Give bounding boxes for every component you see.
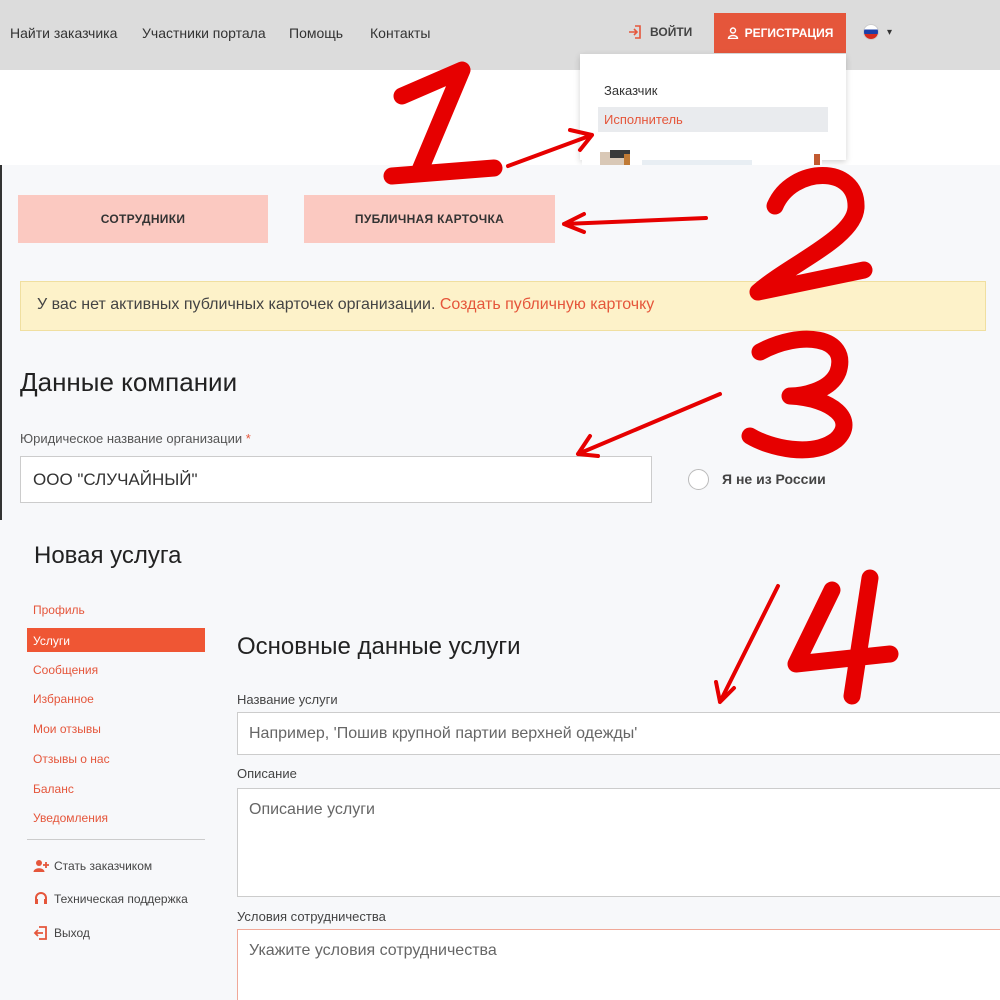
chevron-down-icon: ▾: [887, 26, 893, 38]
register-label: РЕГИСТРАЦИЯ: [744, 26, 834, 40]
sidebar-item-notifications[interactable]: Уведомления: [33, 811, 108, 825]
required-mark: *: [245, 431, 251, 446]
sidebar-item-favorites[interactable]: Избранное: [33, 692, 94, 706]
become-customer-label: Стать заказчиком: [54, 859, 153, 873]
add-user-icon: [33, 860, 49, 872]
alert-text: У вас нет активных публичных карточек ор…: [37, 296, 436, 313]
logout-link[interactable]: Выход: [33, 926, 90, 940]
terms-textarea[interactable]: Укажите условия сотрудничества: [237, 929, 1000, 1000]
service-name-input[interactable]: Например, 'Пошив крупной партии верхней …: [237, 712, 1000, 755]
sidebar-item-profile[interactable]: Профиль: [33, 603, 85, 617]
sidebar-divider: [27, 839, 205, 840]
annotation-numeral-1: [383, 61, 503, 185]
legal-name-label-text: Юридическое название организации: [20, 431, 243, 446]
dropdown-item-contractor[interactable]: Исполнитель: [598, 107, 828, 132]
company-data-heading: Данные компании: [20, 367, 238, 397]
not-from-russia-radio[interactable]: [688, 469, 709, 490]
description-label: Описание: [237, 766, 297, 781]
service-name-label: Название услуги: [237, 692, 338, 707]
logout-label: Выход: [54, 926, 90, 940]
become-customer-link[interactable]: Стать заказчиком: [33, 859, 152, 873]
new-service-panel: Новая услуга Профиль Услуги Сообщения Из…: [0, 520, 1000, 1000]
register-dropdown: Заказчик Исполнитель: [580, 54, 846, 160]
banner-image-fragment: [582, 150, 822, 165]
sidebar-item-messages[interactable]: Сообщения: [33, 663, 98, 677]
profile-panel: СОТРУДНИКИ ПУБЛИЧНАЯ КАРТОЧКА У вас нет …: [0, 165, 1000, 520]
tech-support-link[interactable]: Техническая поддержка: [33, 892, 188, 906]
legal-name-input[interactable]: ООО "СЛУЧАЙНЫЙ": [20, 456, 652, 503]
russia-flag-icon: [863, 24, 879, 40]
register-button[interactable]: РЕГИСТРАЦИЯ: [714, 13, 846, 53]
not-from-russia-label: Я не из России: [722, 471, 826, 487]
nav-link-contacts[interactable]: Контакты: [370, 25, 430, 41]
terms-label: Условия сотрудничества: [237, 909, 386, 924]
employees-tab-button[interactable]: СОТРУДНИКИ: [18, 195, 268, 243]
nav-link-help[interactable]: Помощь: [289, 25, 343, 41]
sidebar-item-services[interactable]: Услуги: [27, 628, 205, 652]
top-navbar: Найти заказчика Участники портала Помощь…: [0, 0, 1000, 70]
public-card-tab-button[interactable]: ПУБЛИЧНАЯ КАРТОЧКА: [304, 195, 555, 243]
service-basics-heading: Основные данные услуги: [237, 633, 521, 660]
no-public-card-alert: У вас нет активных публичных карточек ор…: [20, 281, 986, 331]
headset-icon: [35, 892, 47, 904]
login-label: ВОЙТИ: [650, 25, 693, 39]
sidebar-item-my-reviews[interactable]: Мои отзывы: [33, 722, 101, 736]
nav-link-find-customer[interactable]: Найти заказчика: [10, 25, 117, 41]
create-public-card-link[interactable]: Создать публичную карточку: [440, 296, 654, 313]
user-icon: [727, 27, 738, 39]
description-textarea[interactable]: Описание услуги: [237, 788, 1000, 897]
legal-name-label: Юридическое название организации *: [20, 431, 251, 446]
nav-link-portal-members[interactable]: Участники портала: [142, 25, 266, 41]
page-title: Новая услуга: [34, 542, 182, 569]
login-icon: [629, 25, 641, 39]
sidebar-item-reviews-about-us[interactable]: Отзывы о нас: [33, 752, 110, 766]
logout-icon: [33, 926, 47, 940]
language-selector[interactable]: ▾: [863, 24, 892, 40]
login-button[interactable]: ВОЙТИ: [628, 25, 692, 39]
tech-support-label: Техническая поддержка: [54, 892, 188, 906]
dropdown-item-customer[interactable]: Заказчик: [598, 78, 828, 103]
sidebar-item-balance[interactable]: Баланс: [33, 782, 74, 796]
